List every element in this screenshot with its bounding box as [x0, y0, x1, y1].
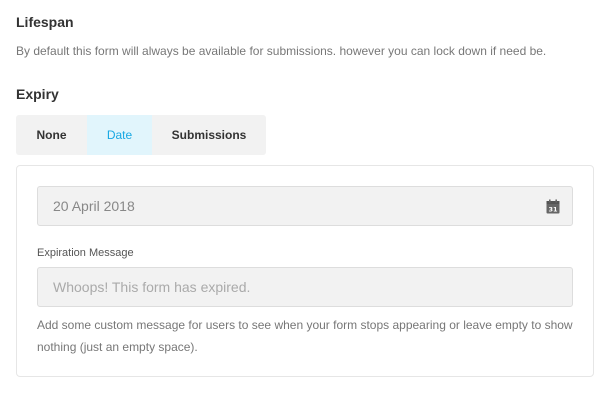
expiration-message-placeholder: Whoops! This form has expired.	[53, 279, 251, 295]
tab-submissions[interactable]: Submissions	[152, 115, 266, 155]
expiration-message-help: Add some custom message for users to see…	[37, 318, 573, 354]
section-title-lifespan: Lifespan	[16, 14, 74, 30]
calendar-icon[interactable]: 31	[546, 199, 560, 214]
expiry-tabs: None Date Submissions	[16, 115, 266, 155]
tab-date[interactable]: Date	[87, 115, 152, 155]
section-title-expiry: Expiry	[16, 86, 59, 102]
form-settings-panel: Lifespan By default this form will alway…	[0, 0, 610, 393]
section-description: By default this form will always be avai…	[16, 44, 547, 58]
expiry-date-panel: 20 April 2018 31 Expiration Message Whoo…	[16, 165, 594, 377]
expiry-date-input[interactable]: 20 April 2018 31	[37, 186, 573, 226]
expiration-message-label: Expiration Message	[37, 247, 134, 259]
tab-none[interactable]: None	[16, 115, 87, 155]
calendar-day: 31	[548, 206, 558, 214]
expiry-date-value: 20 April 2018	[53, 198, 135, 214]
expiration-message-input[interactable]: Whoops! This form has expired.	[37, 267, 573, 307]
